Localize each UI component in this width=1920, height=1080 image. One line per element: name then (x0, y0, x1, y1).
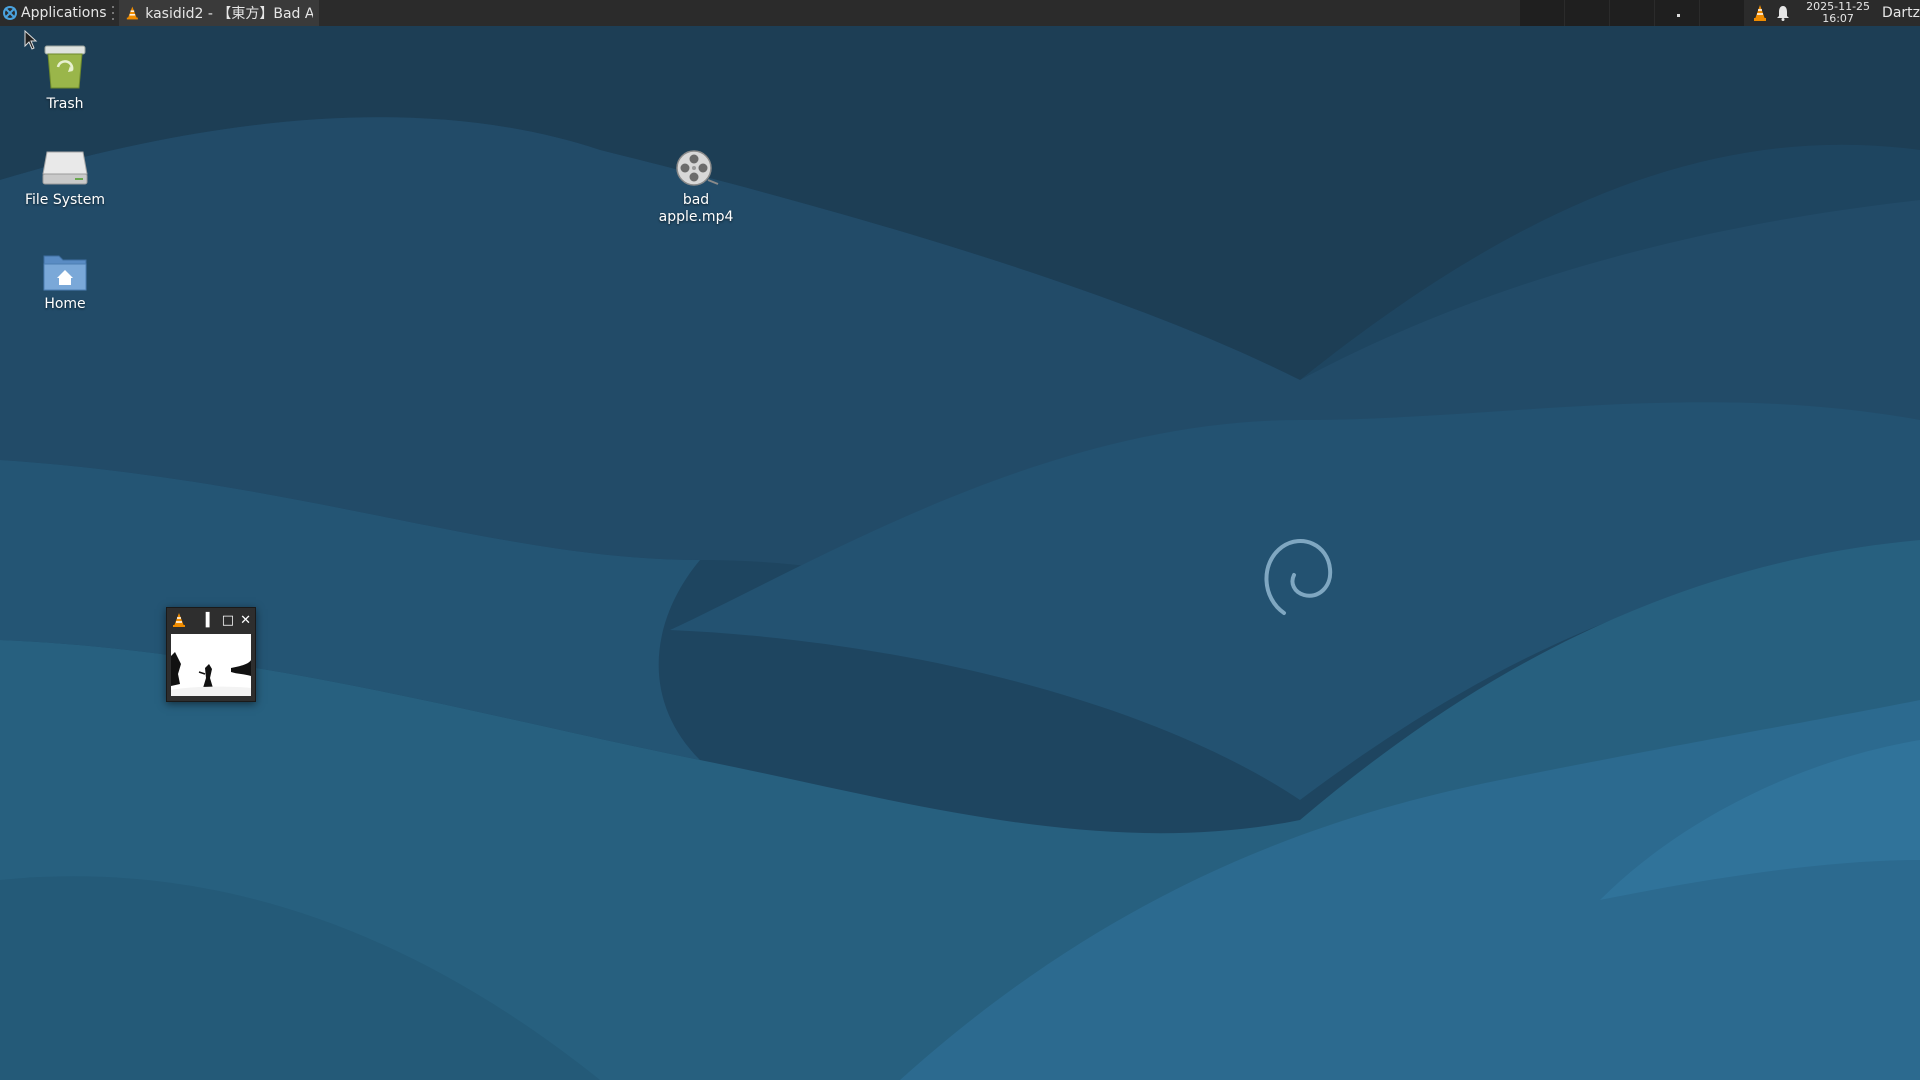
vlc-mini-player-window[interactable]: ▍ □ ✕ (166, 607, 256, 702)
vlc-cone-icon (173, 613, 185, 627)
drive-icon (42, 151, 88, 185)
video-silhouette (171, 652, 251, 696)
vlc-cone-icon (126, 6, 138, 20)
workspace-2[interactable] (1564, 0, 1610, 26)
workspace-1[interactable] (1519, 0, 1565, 26)
notification-bell-icon[interactable] (1776, 5, 1790, 21)
taskbar-item-title: kasidid2 - 【東方】Bad A... (145, 6, 313, 22)
video-frame (171, 634, 251, 696)
panel-clock[interactable]: 2025-11-25 16:07 (1806, 1, 1870, 25)
desktop-icon-file-system[interactable]: File System (10, 148, 120, 209)
desktop-icon-label: Trash (46, 96, 84, 112)
xfce-logo-icon (3, 6, 17, 20)
desktop-wallpaper (0, 0, 1920, 1080)
maximize-icon[interactable]: □ (222, 614, 234, 627)
video-file-icon (676, 150, 719, 186)
applications-label: Applications (21, 5, 107, 21)
taskbar-item-vlc[interactable]: kasidid2 - 【東方】Bad A... (118, 0, 319, 26)
desktop-icon-home[interactable]: Home (10, 250, 120, 313)
workspace-4[interactable] (1654, 0, 1700, 26)
desktop-icon-trash[interactable]: Trash (10, 42, 120, 113)
top-panel: Applications kasidid2 - 【東方】Bad A... 202… (0, 0, 1920, 26)
minimize-icon[interactable]: ▍ (206, 614, 216, 627)
close-icon[interactable]: ✕ (240, 614, 251, 627)
system-tray (1744, 0, 1798, 26)
workspace-switcher[interactable] (1519, 0, 1745, 26)
desktop-icon-label: File System (24, 192, 106, 208)
panel-separator (111, 6, 116, 20)
applications-menu-button[interactable]: Applications (0, 0, 109, 26)
workspace-3[interactable] (1609, 0, 1655, 26)
mini-player-titlebar[interactable]: ▍ □ ✕ (167, 608, 255, 632)
mouse-cursor-icon (24, 30, 38, 50)
desktop-icon-label: Home (44, 296, 86, 312)
home-folder-icon (43, 255, 87, 291)
user-menu[interactable]: Dartz (1882, 5, 1920, 21)
clock-time: 16:07 (1822, 12, 1854, 25)
vlc-tray-icon[interactable] (1752, 4, 1768, 22)
desktop-icon-label: bad apple.mp4 (658, 192, 734, 225)
workspace-5[interactable] (1699, 0, 1745, 26)
desktop-icon-bad-apple-video[interactable]: bad apple.mp4 (641, 148, 751, 226)
trash-icon (44, 45, 86, 89)
